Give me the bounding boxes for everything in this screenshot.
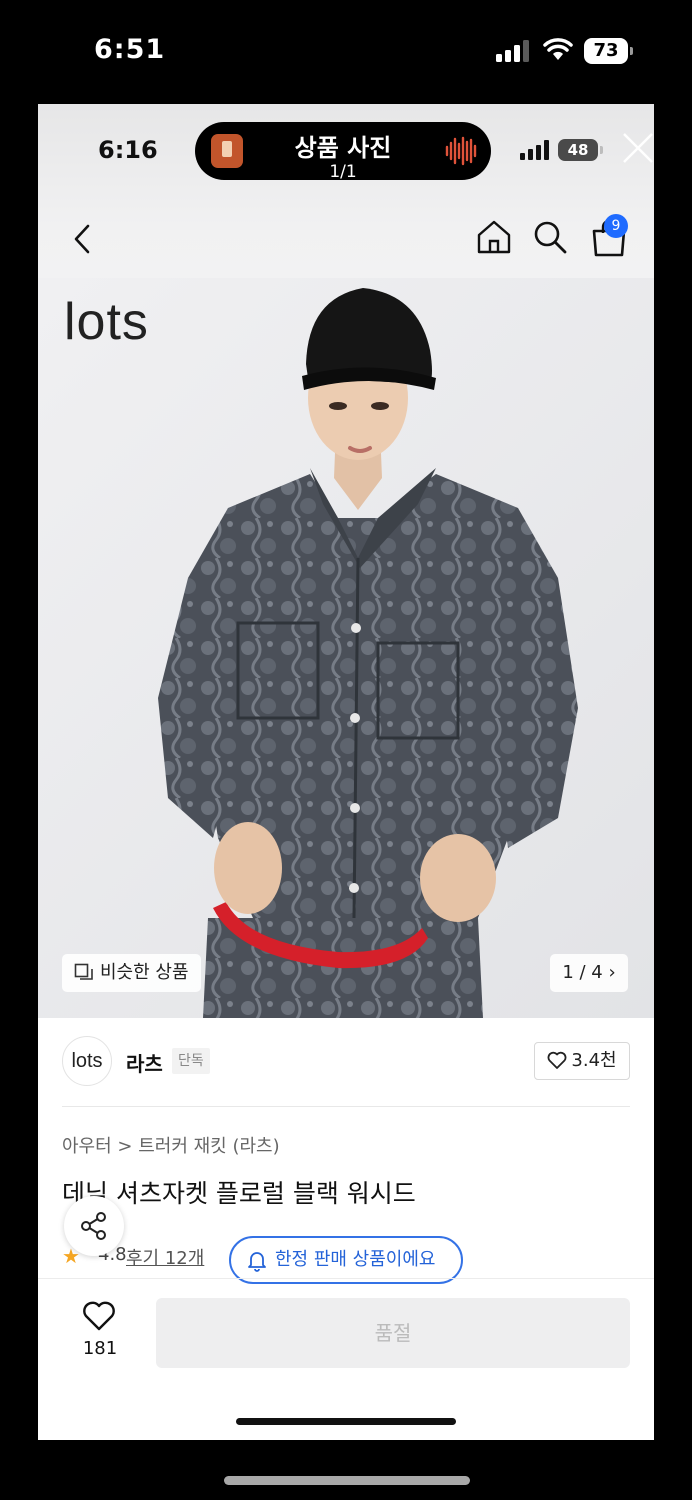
image-page-indicator[interactable]: 1 / 4 › — [550, 954, 628, 992]
device-status-bar: 6:51 73 — [0, 0, 692, 100]
cart-count-badge: 9 — [604, 214, 628, 238]
limited-sale-label: 한정 판매 상품이에요 — [275, 1249, 436, 1270]
category-breadcrumb[interactable]: 아우터 > 트러커 재킷 (라츠) — [62, 1132, 280, 1158]
inner-signal-icon — [520, 140, 549, 160]
device-time: 6:51 — [94, 34, 166, 65]
home-indicator[interactable] — [224, 1476, 470, 1485]
brand-watermark: lots — [64, 293, 149, 351]
similar-products-label: 비슷한 상품 — [100, 962, 189, 983]
top-navigation — [38, 204, 654, 274]
rating-row: ★ 4.8 후기 12개 한정 판매 상품이에요 — [62, 1236, 632, 1284]
divider — [38, 1278, 654, 1279]
battery-level: 73 — [584, 38, 628, 64]
wishlist-count: 181 — [82, 1338, 118, 1359]
cellular-signal-icon — [496, 40, 529, 62]
heart-icon — [547, 1051, 567, 1069]
back-chevron-icon[interactable] — [68, 222, 96, 256]
battery-icon: 73 — [584, 38, 634, 64]
inner-status-time: 6:16 — [98, 136, 158, 164]
dynamic-island[interactable]: 상품 사진 1/1 — [195, 122, 491, 182]
home-icon[interactable] — [476, 218, 512, 256]
wifi-icon — [543, 38, 573, 60]
divider — [62, 1106, 630, 1107]
inner-header: 6:16 상품 사진 1/1 48 9 — [38, 104, 654, 278]
sold-out-button[interactable]: 품절 — [156, 1298, 630, 1368]
share-icon — [81, 1212, 106, 1240]
bell-icon — [248, 1252, 266, 1272]
similar-items-icon — [74, 963, 93, 980]
battery-tip — [630, 47, 633, 55]
product-image[interactable]: lots 비슷한 상품 1 / 4 › — [38, 278, 654, 1018]
limited-sale-button[interactable]: 한정 판매 상품이에요 — [229, 1236, 463, 1284]
search-icon[interactable] — [532, 218, 568, 256]
model-photo-illustration — [158, 288, 578, 1018]
brand-like-count: 3.4천 — [571, 1050, 617, 1071]
product-detail-screenshot: 6:16 상품 사진 1/1 48 9 lots 비슷한 상품 1 / 4 › … — [38, 104, 654, 1440]
close-icon[interactable] — [622, 132, 654, 164]
exclusive-badge: 단독 — [172, 1048, 210, 1074]
audio-waveform-icon — [445, 136, 477, 166]
brand-like-button[interactable]: 3.4천 — [534, 1042, 630, 1080]
brand-row: lots 라츠 단독 3.4천 — [38, 1034, 654, 1096]
similar-products-button[interactable]: 비슷한 상품 — [62, 954, 201, 992]
inner-battery-icon: 48 — [558, 139, 603, 161]
reviews-link[interactable]: 후기 12개 — [126, 1244, 204, 1270]
inner-home-indicator — [236, 1418, 456, 1425]
brand-logo[interactable]: lots — [62, 1036, 112, 1086]
brand-name[interactable]: 라츠 — [126, 1048, 163, 1077]
share-button[interactable] — [64, 1196, 124, 1256]
wishlist-heart-icon[interactable] — [82, 1300, 116, 1332]
